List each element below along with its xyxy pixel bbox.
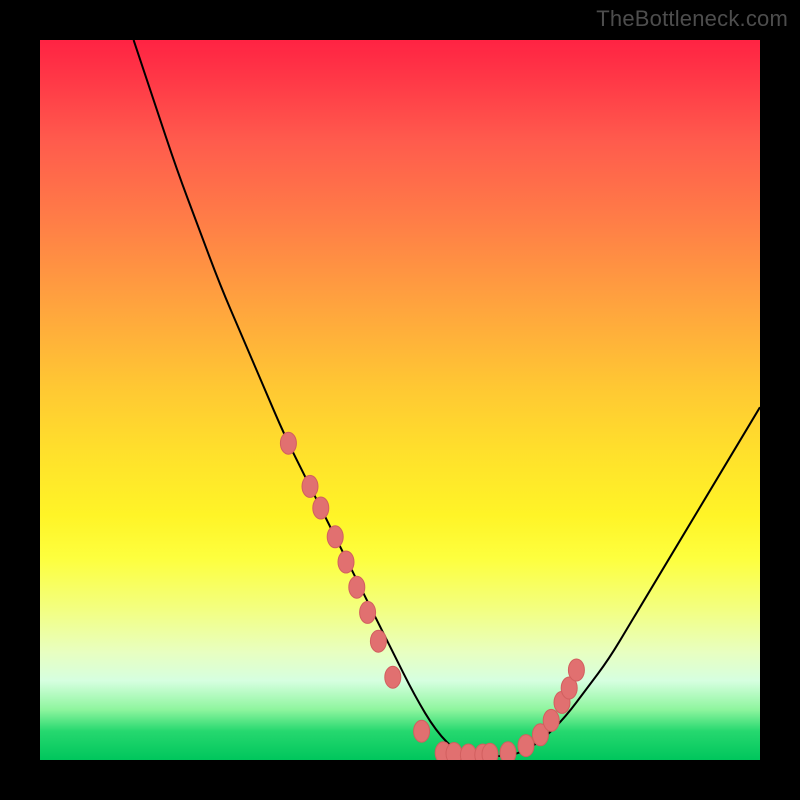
chart-overlay: [40, 40, 760, 760]
data-point: [349, 576, 365, 598]
data-point: [543, 709, 559, 731]
data-point: [327, 526, 343, 548]
data-point: [313, 497, 329, 519]
bottleneck-curve: [134, 40, 760, 756]
data-point: [518, 735, 534, 757]
data-point: [360, 601, 376, 623]
data-point: [482, 743, 498, 760]
data-point-group: [280, 432, 584, 760]
data-point: [338, 551, 354, 573]
data-point: [302, 475, 318, 497]
data-point: [370, 630, 386, 652]
data-point: [446, 743, 462, 760]
plot-area: [40, 40, 760, 760]
data-point: [460, 744, 476, 760]
data-point: [385, 666, 401, 688]
data-point: [568, 659, 584, 681]
data-point: [280, 432, 296, 454]
watermark-text: TheBottleneck.com: [596, 6, 788, 32]
data-point: [414, 720, 430, 742]
chart-frame: TheBottleneck.com: [0, 0, 800, 800]
data-point: [500, 742, 516, 760]
